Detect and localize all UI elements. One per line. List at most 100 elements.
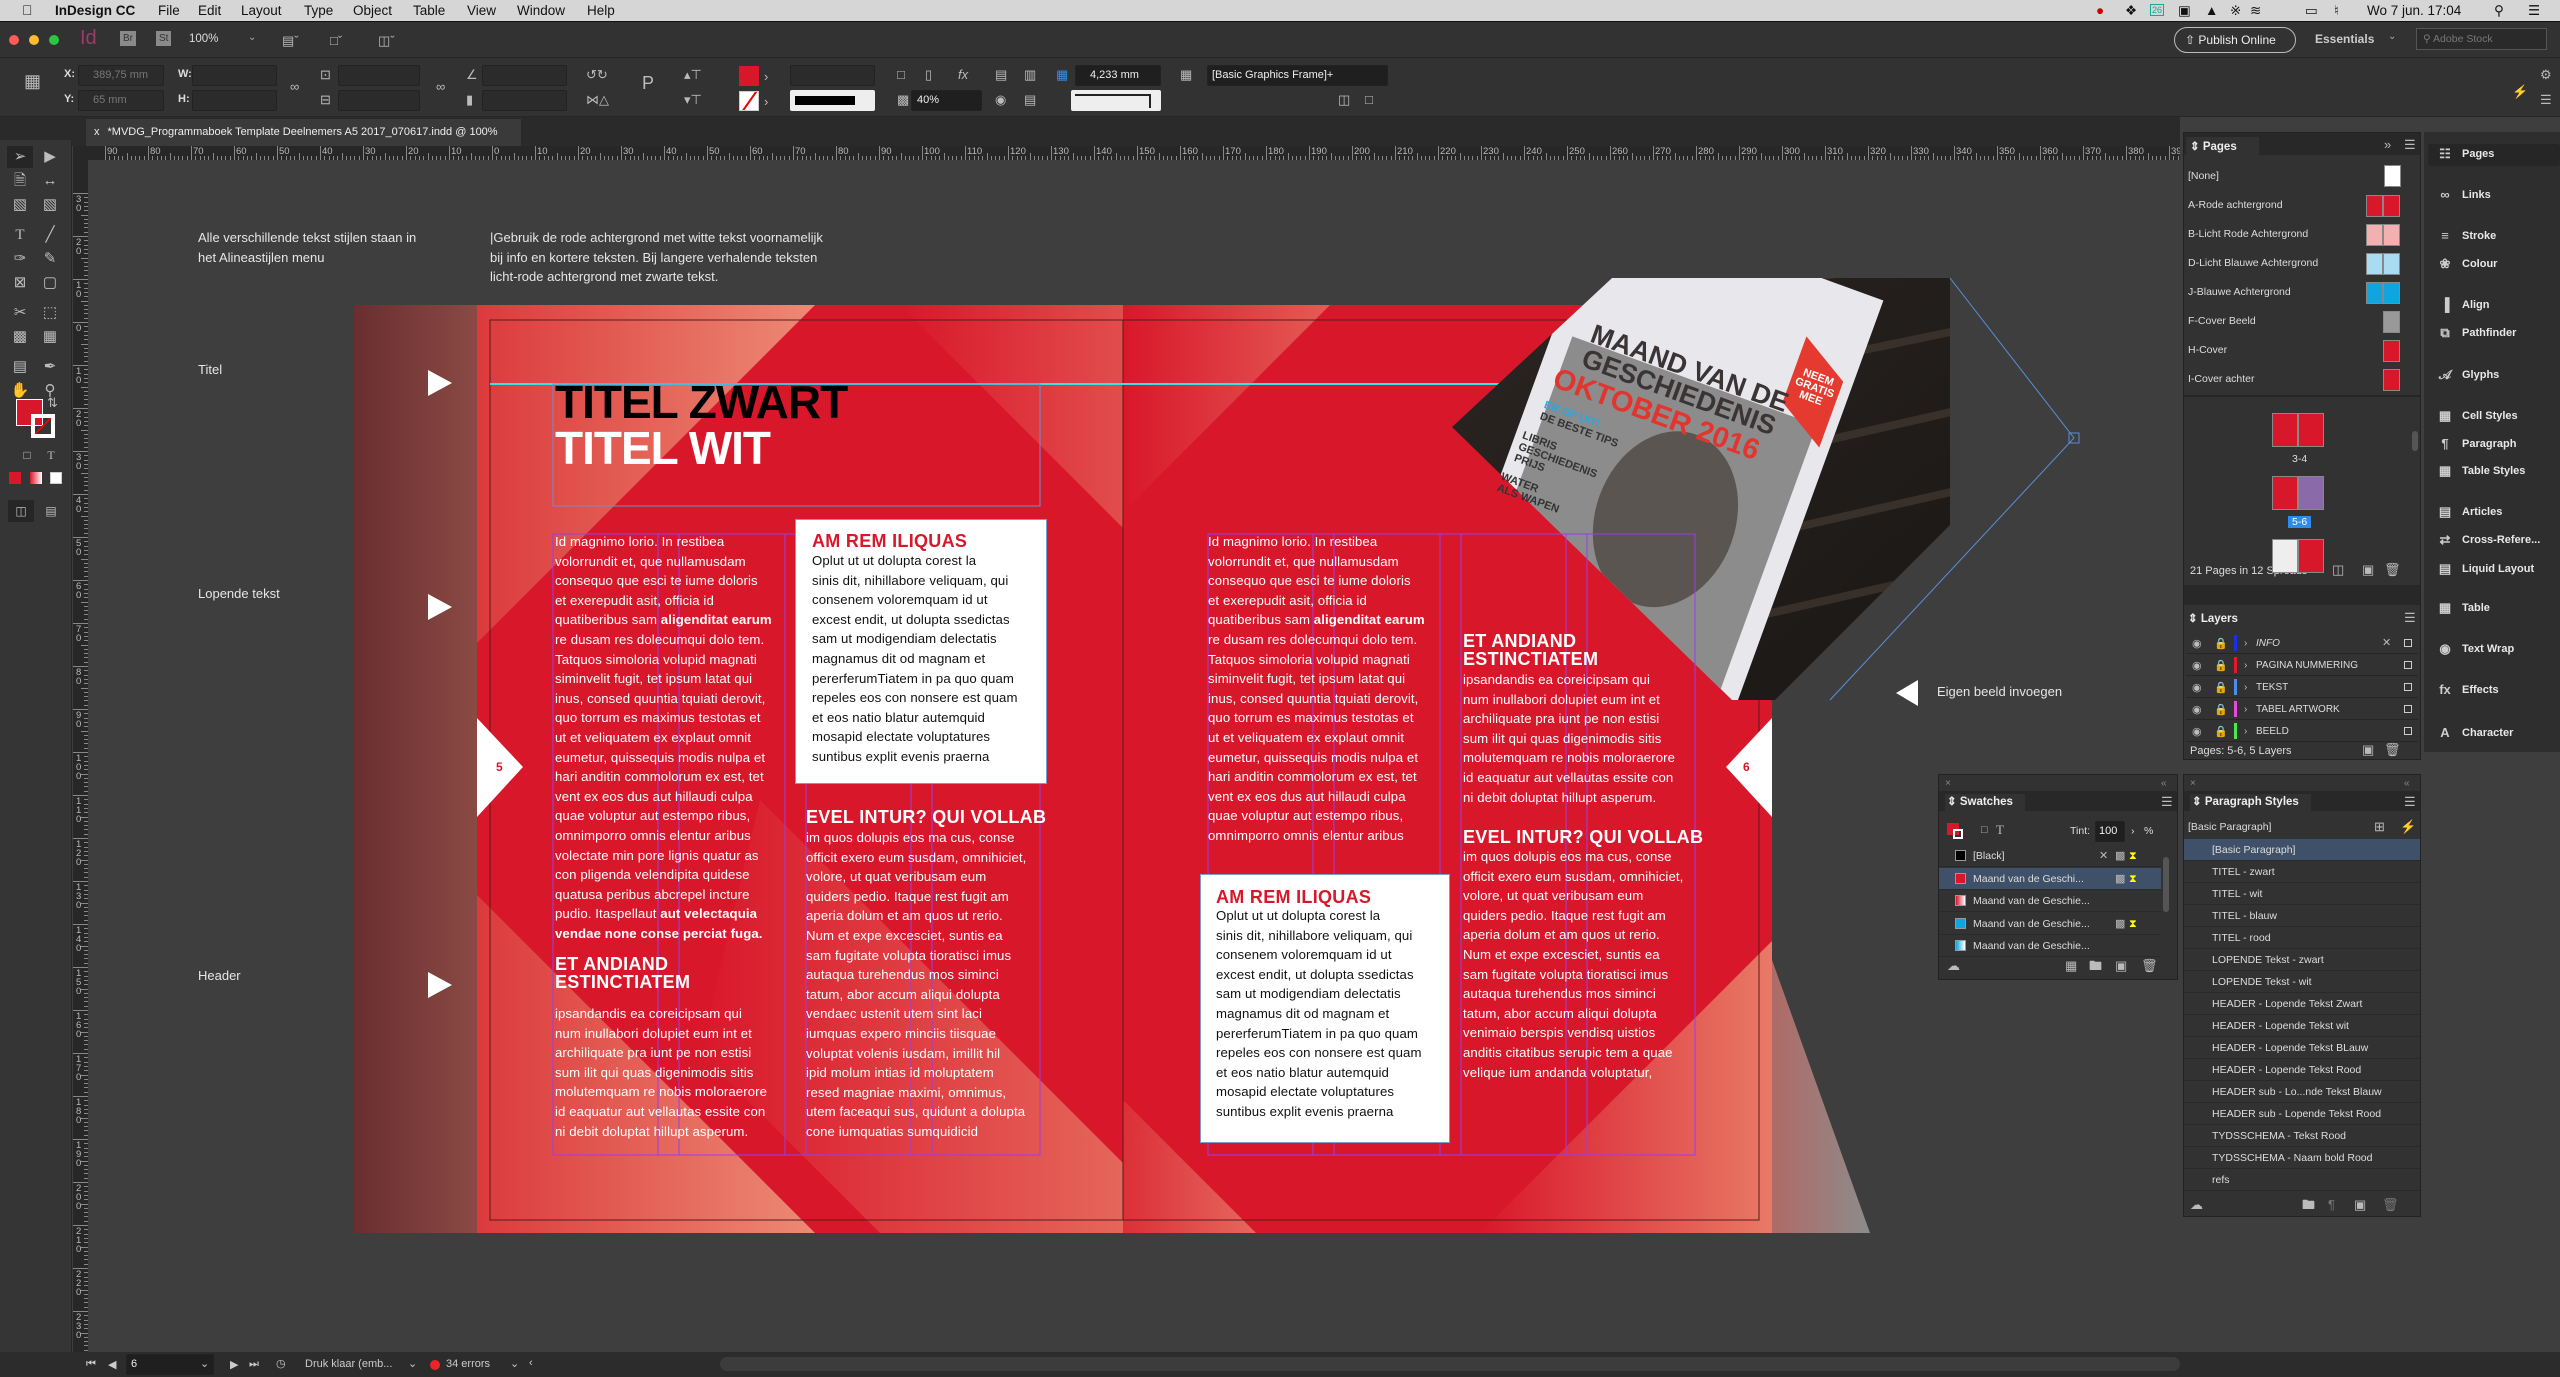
- paragraph-style-row[interactable]: refs: [2184, 1169, 2420, 1191]
- control-panel-menu-icon[interactable]: ☰: [2540, 93, 2552, 107]
- menu-file[interactable]: File: [158, 3, 180, 18]
- paragraph-style-row[interactable]: HEADER - Lopende Tekst Zwart: [2184, 993, 2420, 1015]
- previous-page-icon[interactable]: ◀: [108, 1358, 116, 1371]
- drive-icon[interactable]: ▲: [2205, 3, 2218, 18]
- swatch-row[interactable]: Maand van de Geschie... ▩ ⧗: [1939, 913, 2161, 935]
- scissors-tool-icon[interactable]: ✂: [7, 302, 33, 324]
- workspace-switcher[interactable]: Essentials: [2315, 32, 2374, 46]
- gradient-swatch-tool-icon[interactable]: ▩: [7, 326, 33, 348]
- label-title[interactable]: Titel: [198, 360, 222, 380]
- cc-libraries-icon[interactable]: ☁: [1947, 959, 1960, 973]
- drop-shadow-icon[interactable]: □: [897, 68, 905, 82]
- expand-chevron-icon[interactable]: ›: [2244, 637, 2247, 651]
- pages-scrollbar[interactable]: [2412, 431, 2418, 451]
- spotlight-icon[interactable]: ⚲: [2494, 3, 2504, 19]
- right-body-evel[interactable]: im quos dolupis eos ma cus, conse offici…: [1463, 847, 1683, 1082]
- layer-row[interactable]: ◉ 🔒 › INFO ✕: [2186, 633, 2418, 654]
- horizontal-ruler[interactable]: 90 80 70 60 50 40 30 20 10 0 10 20 30 40 50 60 70 80 90 100…: [88, 146, 2180, 160]
- note-paragraph-styles[interactable]: Alle verschillende tekst stijlen staan i…: [198, 228, 416, 267]
- collapse-panel-icon[interactable]: «: [2161, 777, 2167, 791]
- note-background-usage[interactable]: |Gebruik de rode achtergrond met witte t…: [490, 228, 823, 287]
- dock-align[interactable]: ▐ Align: [2428, 295, 2560, 317]
- master-page-row[interactable]: J-Blauwe Achtergrond: [2184, 279, 2412, 307]
- stroke-type-select[interactable]: [790, 90, 875, 111]
- layer-row[interactable]: ◉ 🔒 › TEKST: [2186, 677, 2418, 698]
- next-page-icon[interactable]: ▶: [230, 1358, 238, 1371]
- new-swatch-icon[interactable]: ▣: [2115, 959, 2127, 973]
- page-tool-icon[interactable]: 🗎: [7, 170, 33, 192]
- clock[interactable]: Wo 7 jun. 17:04: [2367, 3, 2461, 18]
- preflight-profile[interactable]: Druk klaar (emb...: [305, 1358, 392, 1370]
- document-tab[interactable]: x *MVDG_Programmaboek Template Deelnemers…: [86, 119, 521, 146]
- screen-mode-icon[interactable]: □ˇ: [330, 34, 342, 48]
- apply-color-icon[interactable]: [9, 472, 21, 484]
- effects-icon[interactable]: fx: [958, 68, 968, 82]
- clear-overrides-icon[interactable]: ◫: [1338, 93, 1350, 107]
- layer-select-square[interactable]: [2404, 705, 2412, 713]
- left-box-body[interactable]: Oplut ut ut dolupta corest la sinis dit,…: [812, 551, 1018, 767]
- visibility-eye-icon[interactable]: ◉: [2192, 703, 2202, 717]
- paragraph-style-row[interactable]: HEADER sub - Lopende Tekst Rood: [2184, 1103, 2420, 1125]
- apple-icon[interactable]: : [22, 2, 33, 18]
- select-content-icon[interactable]: ▾⊤: [684, 93, 702, 107]
- paragraph-style-row[interactable]: HEADER sub - Lo...nde Tekst Blauw: [2184, 1081, 2420, 1103]
- opacity-field[interactable]: 40%: [911, 90, 982, 111]
- dock-paragraph[interactable]: ¶ Paragraph: [2428, 434, 2560, 456]
- master-page-row[interactable]: B-Licht Rode Achtergrond: [2184, 221, 2412, 249]
- paragraph-style-row[interactable]: TYDSSCHEMA - Naam bold Rood: [2184, 1147, 2420, 1169]
- right-heading-evel[interactable]: EVEL INTUR? QUI VOLLAB: [1463, 828, 1703, 846]
- width-field[interactable]: [192, 65, 277, 86]
- preview-mode-icon[interactable]: ▤: [38, 500, 64, 522]
- object-style-select[interactable]: [Basic Graphics Frame]+: [1207, 65, 1388, 86]
- text-wrap-icon[interactable]: ▤: [1024, 93, 1036, 107]
- select-container-icon[interactable]: ▴⊤: [684, 68, 702, 82]
- constrain-proportions-icon[interactable]: ∞: [290, 80, 299, 94]
- dock-liquid-layout[interactable]: ▤ Liquid Layout: [2428, 559, 2560, 581]
- rectangle-tool-icon[interactable]: ▢: [37, 272, 63, 294]
- menu-window[interactable]: Window: [517, 3, 565, 18]
- minimize-window-button[interactable]: [29, 35, 39, 45]
- layers-tab[interactable]: ⇕ Layers: [2188, 611, 2238, 625]
- pencil-tool-icon[interactable]: ✎: [37, 248, 63, 270]
- view-options-icon[interactable]: ▤ˇ: [282, 34, 299, 48]
- direct-selection-tool-icon[interactable]: ▶: [37, 146, 63, 168]
- formatting-container-icon[interactable]: □: [1981, 823, 1988, 837]
- notification-center-icon[interactable]: ☰: [2528, 3, 2540, 19]
- layer-select-square[interactable]: [2404, 639, 2412, 647]
- gap-tool-icon[interactable]: ↔: [37, 170, 63, 192]
- master-page-row[interactable]: A-Rode achtergrond: [2184, 192, 2412, 220]
- align-stroke-inside-icon[interactable]: ▥: [1024, 68, 1036, 82]
- rotate-ccw-icon[interactable]: ↺↻: [586, 68, 608, 82]
- master-page-row[interactable]: [None]: [2184, 163, 2412, 191]
- rotation-field[interactable]: [482, 65, 567, 86]
- zoom-window-button[interactable]: [49, 35, 59, 45]
- dock-character[interactable]: A Character: [2428, 723, 2560, 745]
- visibility-eye-icon[interactable]: ◉: [2192, 659, 2202, 673]
- dock-table-styles[interactable]: ▦ Table Styles: [2428, 461, 2560, 483]
- expand-chevron-icon[interactable]: ›: [2244, 703, 2247, 717]
- dock-effects[interactable]: fx Effects: [2428, 680, 2560, 702]
- spread-thumbnail-left[interactable]: [2272, 413, 2298, 447]
- paragraph-style-row[interactable]: HEADER - Lopende Tekst Rood: [2184, 1059, 2420, 1081]
- master-page-row[interactable]: I-Cover achter: [2184, 366, 2412, 394]
- zoom-level[interactable]: 100%: [189, 33, 218, 45]
- dock-table[interactable]: ▦ Table: [2428, 598, 2560, 620]
- panel-menu-icon[interactable]: ☰: [2404, 795, 2416, 809]
- content-placer-icon[interactable]: ▧: [37, 194, 63, 216]
- tint-stepper-icon[interactable]: ›: [2131, 825, 2135, 837]
- expand-chevron-icon[interactable]: ›: [2244, 659, 2247, 673]
- page-chevron-icon[interactable]: ⌄: [200, 1357, 209, 1370]
- gradient-feather-icon[interactable]: ▯: [925, 68, 932, 82]
- content-collector-icon[interactable]: ▧: [7, 194, 33, 216]
- left-body-et-andiand[interactable]: ipsandandis ea coreicipsam qui num inull…: [555, 1004, 795, 1141]
- bridge-button[interactable]: Br: [120, 31, 136, 46]
- vertical-ruler[interactable]: 30 20 10 0 10 20 30 40 50 60 70 80 90 100 110 120 130 140…: [73, 146, 88, 1352]
- swatch-row[interactable]: Maand van de Geschi... ▩ ⧗: [1939, 867, 2161, 890]
- spread-label[interactable]: 3-4: [2288, 453, 2311, 465]
- left-body-text[interactable]: Id magnimo lorio. In restibea volorrundi…: [555, 532, 795, 943]
- paragraph-style-row[interactable]: HEADER - Lopende Tekst BLauw: [2184, 1037, 2420, 1059]
- creative-cloud-icon[interactable]: ●: [2096, 3, 2104, 18]
- swatches-scrollbar[interactable]: [2163, 857, 2169, 912]
- lock-icon[interactable]: 🔒: [2214, 703, 2228, 717]
- paragraph-styles-tab[interactable]: ⇕ Paragraph Styles: [2190, 794, 2311, 812]
